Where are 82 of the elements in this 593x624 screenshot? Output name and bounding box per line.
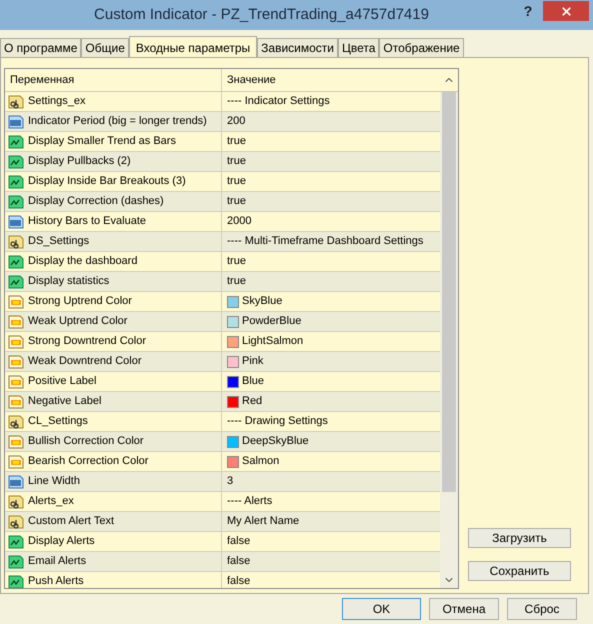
parameter-name: Display statistics xyxy=(28,274,110,290)
parameter-value[interactable]: 2000 xyxy=(227,213,252,230)
palette-type-icon xyxy=(8,354,24,370)
parameter-name: Email Alerts xyxy=(28,554,86,570)
parameter-value[interactable]: true xyxy=(227,153,246,170)
parameter-value[interactable]: Pink xyxy=(242,353,264,370)
parameter-value[interactable]: true xyxy=(227,193,246,210)
parameter-value[interactable]: SkyBlue xyxy=(242,293,282,310)
chart-type-icon xyxy=(8,154,24,170)
tab[interactable]: Отображение xyxy=(379,38,464,57)
parameter-name: Positive Label xyxy=(28,374,96,390)
parameter-name: Bearish Correction Color xyxy=(28,454,148,470)
palette-type-icon xyxy=(8,434,24,450)
column-header[interactable]: Значение xyxy=(222,69,440,91)
parameter-name: Display Pullbacks (2) xyxy=(28,154,131,170)
parameter-name: CL_Settings xyxy=(28,414,88,430)
tab[interactable]: Общие xyxy=(81,38,129,57)
parameter-value[interactable]: 3 xyxy=(227,473,234,490)
tab[interactable]: Цвета xyxy=(338,38,380,57)
parameter-name: Display Inside Bar Breakouts (3) xyxy=(28,174,186,190)
parameter-value[interactable]: false xyxy=(227,553,250,570)
scrollbar-thumb[interactable] xyxy=(442,92,456,492)
parameter-name: History Bars to Evaluate xyxy=(28,214,146,230)
parameter-name: Negative Label xyxy=(28,394,102,410)
parameter-value[interactable]: 200 xyxy=(227,113,246,130)
palette-type-icon xyxy=(8,394,24,410)
side-button[interactable]: Загрузить xyxy=(468,528,571,548)
parameter-name: Indicator Period (big = longer trends) xyxy=(28,114,207,130)
chart-type-icon xyxy=(8,254,24,270)
parameter-value[interactable]: ---- Indicator Settings xyxy=(227,93,330,110)
parameter-value[interactable]: ---- Multi-Timeframe Dashboard Settings xyxy=(227,233,424,250)
parameter-name: Display Smaller Trend as Bars xyxy=(28,134,176,150)
tab[interactable]: Зависимости xyxy=(257,38,338,57)
chart-type-icon xyxy=(8,194,24,210)
parameter-name: Strong Uptrend Color xyxy=(28,294,132,310)
parameter-name: Alerts_ex xyxy=(28,494,74,510)
parameter-name: Push Alerts xyxy=(28,574,84,588)
parameter-value[interactable]: true xyxy=(227,173,246,190)
scrollbar[interactable] xyxy=(440,92,458,588)
parameter-name: Weak Downtrend Color xyxy=(28,354,142,370)
dialog-button[interactable]: Сброс xyxy=(507,598,577,620)
chart-type-icon xyxy=(8,574,24,588)
chart-type-icon xyxy=(8,274,24,290)
parameter-value[interactable]: PowderBlue xyxy=(242,313,302,330)
parameter-value[interactable]: Red xyxy=(242,393,262,410)
parameter-value[interactable]: false xyxy=(227,533,250,550)
dialog-button[interactable]: Отмена xyxy=(429,598,499,620)
close-icon xyxy=(560,4,572,18)
parameter-value[interactable]: Salmon xyxy=(242,453,280,470)
help-button[interactable]: ? xyxy=(513,1,543,21)
parameter-name: Strong Downtrend Color xyxy=(28,334,146,350)
parameter-name: Display Alerts xyxy=(28,534,95,550)
column-header[interactable]: Переменная xyxy=(5,69,222,91)
parameter-value[interactable]: Blue xyxy=(242,373,264,390)
parameter-value[interactable]: DeepSkyBlue xyxy=(242,433,309,450)
chart-type-icon xyxy=(8,134,24,150)
parameter-value[interactable]: ---- Drawing Settings xyxy=(227,413,328,430)
parameter-value[interactable]: false xyxy=(227,573,250,588)
parameter-name: Weak Uptrend Color xyxy=(28,314,128,330)
palette-type-icon xyxy=(8,314,24,330)
parameter-name: Bullish Correction Color xyxy=(28,434,144,450)
chart-type-icon xyxy=(8,174,24,190)
tab[interactable]: Входные параметры xyxy=(128,36,258,58)
parameter-name: DS_Settings xyxy=(28,234,90,250)
parameter-value[interactable]: true xyxy=(227,253,246,270)
parameter-value[interactable]: true xyxy=(227,273,246,290)
chart-type-icon xyxy=(8,554,24,570)
side-button[interactable]: Сохранить xyxy=(468,561,571,581)
parameter-name: Settings_ex xyxy=(28,94,86,110)
parameter-value[interactable]: true xyxy=(227,133,246,150)
parameter-name: Line Width xyxy=(28,474,80,490)
parameter-value[interactable]: My Alert Name xyxy=(227,513,300,530)
close-button[interactable] xyxy=(543,1,589,21)
window-title: Custom Indicator - PZ_TrendTrading_a4757d7419 xyxy=(93,4,430,25)
parameter-name: Display Correction (dashes) xyxy=(28,194,164,210)
parameter-value[interactable]: ---- Alerts xyxy=(227,493,272,510)
dialog-button[interactable]: OK xyxy=(342,598,421,620)
tab[interactable]: О программе xyxy=(0,38,82,57)
parameter-name: Custom Alert Text xyxy=(28,514,114,530)
chart-type-icon xyxy=(8,534,24,550)
parameter-name: Display the dashboard xyxy=(28,254,138,270)
parameter-value[interactable]: LightSalmon xyxy=(242,333,304,350)
